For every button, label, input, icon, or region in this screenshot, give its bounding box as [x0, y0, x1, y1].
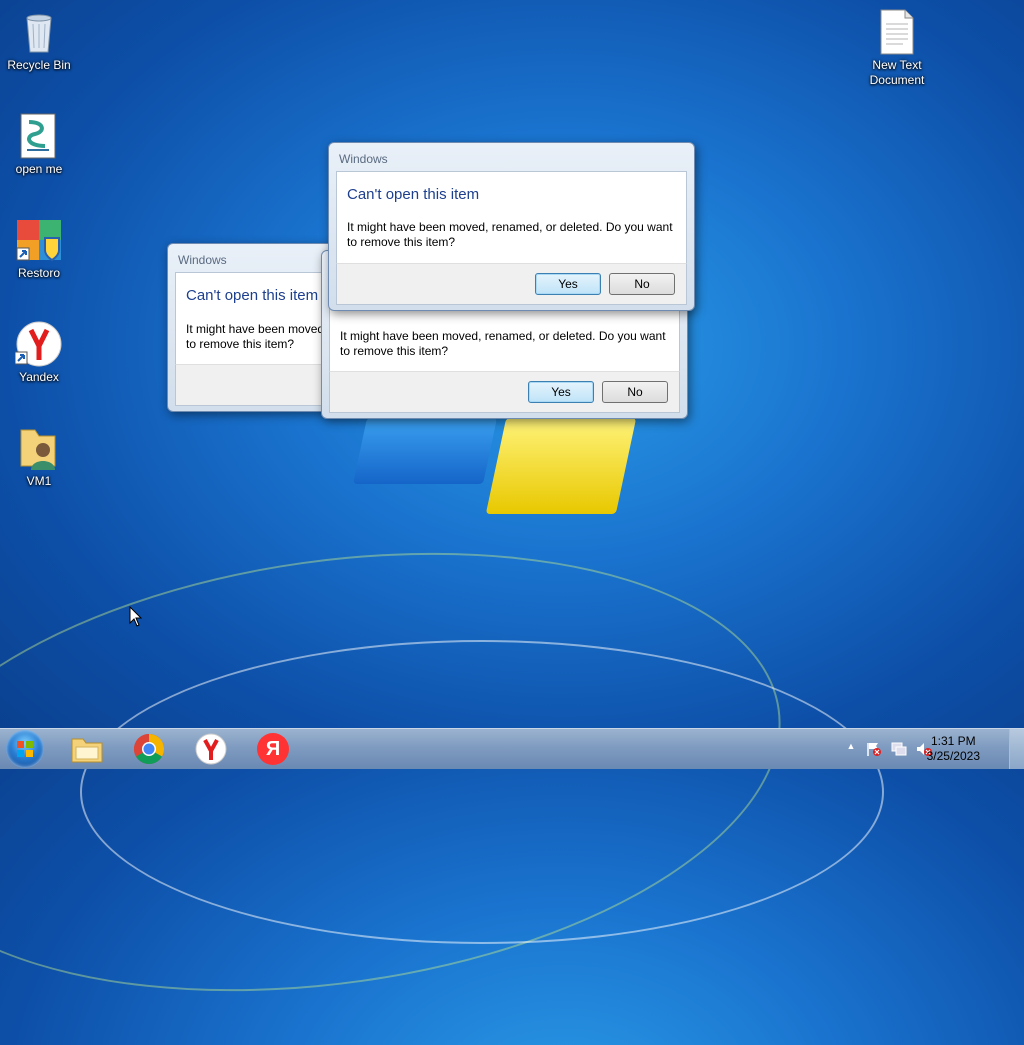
- wallpaper-swirl: [0, 499, 810, 1045]
- desktop-icon-label: New Text Document: [869, 58, 925, 87]
- dialog-front: Windows Can't open this item It might ha…: [328, 142, 695, 311]
- start-button[interactable]: [6, 730, 44, 768]
- restoro-icon: [15, 216, 63, 264]
- dialog-content: Can't open this item It might have been …: [336, 171, 687, 265]
- dialog-message-line2: to remove this item?: [340, 344, 449, 358]
- user-folder-icon: [15, 424, 63, 472]
- wallpaper-logo-yellow: [485, 418, 637, 514]
- yes-button[interactable]: Yes: [535, 273, 601, 295]
- desktop-icon-label: VM1: [26, 474, 52, 488]
- desktop-icon-open-me[interactable]: open me: [1, 112, 77, 177]
- taskbar-yandex[interactable]: Я: [246, 732, 300, 766]
- wallpaper-logo-blue: [352, 418, 498, 484]
- desktop-icon-new-text-document[interactable]: New Text Document: [859, 8, 935, 88]
- show-desktop-button[interactable]: [1009, 729, 1024, 769]
- windows-logo-icon: [17, 741, 33, 757]
- dialog-title: Windows: [339, 152, 388, 166]
- taskbar-google-chrome[interactable]: [122, 732, 176, 766]
- dialog-footer: Yes No: [336, 263, 687, 305]
- yes-button[interactable]: Yes: [528, 381, 594, 403]
- yandex-browser-icon: [195, 733, 227, 765]
- text-document-icon: [873, 8, 921, 56]
- chrome-icon: [133, 734, 165, 765]
- wallpaper-swirl: [80, 640, 884, 944]
- tray-overflow-button[interactable]: ▲: [844, 741, 858, 751]
- desktop-icon-yandex[interactable]: Yandex: [1, 320, 77, 385]
- desktop-icon-label: Recycle Bin: [7, 58, 71, 72]
- clock-date: 3/25/2023: [926, 749, 980, 763]
- action-center-flag-icon[interactable]: [866, 741, 882, 757]
- recycle-bin-icon: [15, 8, 63, 56]
- desktop-icon-recycle-bin[interactable]: Recycle Bin: [1, 8, 77, 73]
- clock[interactable]: 1:31 PM 3/25/2023: [927, 734, 980, 764]
- dialog-title: Windows: [178, 253, 227, 267]
- desktop-icon-label: Yandex: [19, 370, 59, 384]
- dialog-heading: Can't open this item: [347, 186, 480, 203]
- dialog-message-line2: to remove this item?: [186, 337, 295, 351]
- yandex-icon: Я: [257, 733, 289, 765]
- mouse-cursor-icon: [129, 605, 143, 628]
- no-button[interactable]: No: [609, 273, 675, 295]
- network-icon[interactable]: [891, 741, 907, 757]
- taskbar: Я ▲ 1:31 PM 3/25/2023: [0, 728, 1024, 769]
- script-file-icon: [15, 112, 63, 160]
- no-button[interactable]: No: [602, 381, 668, 403]
- folder-icon: [71, 738, 103, 763]
- dialog-message-line1: It might have been moved, renamed, or de…: [347, 220, 673, 234]
- yandex-browser-icon: [14, 320, 63, 368]
- dialog-heading: Can't open this item: [186, 287, 319, 304]
- taskbar-yandex-browser[interactable]: [184, 732, 238, 766]
- desktop-icon-label: Restoro: [17, 266, 61, 280]
- clock-time: 1:31 PM: [930, 734, 976, 748]
- taskbar-windows-explorer[interactable]: [60, 732, 114, 766]
- yandex-letter: Я: [265, 738, 281, 760]
- dialog-message-line2: to remove this item?: [347, 235, 456, 249]
- desktop-icon-restoro[interactable]: Restoro: [1, 216, 77, 281]
- dialog-message-line1: It might have been moved: [186, 322, 325, 336]
- dialog-message-line1: It might have been moved, renamed, or de…: [340, 329, 666, 343]
- desktop-icon-vm1[interactable]: VM1: [1, 424, 77, 489]
- desktop-icon-label: open me: [15, 162, 63, 176]
- dialog-footer: Yes No: [329, 371, 680, 413]
